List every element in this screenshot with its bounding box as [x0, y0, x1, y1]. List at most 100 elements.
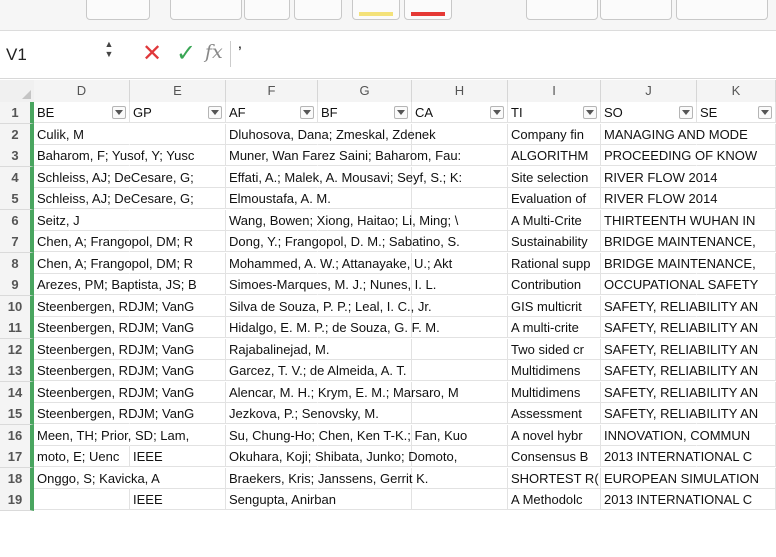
table-cell[interactable]: Steenbergen, RDJM; VanG: [34, 360, 194, 381]
table-cell[interactable]: EUROPEAN SIMULATION: [601, 467, 759, 489]
toolbar-button[interactable]: [170, 0, 242, 20]
chevron-down-icon[interactable]: [208, 106, 222, 119]
table-cell[interactable]: Consensus B: [508, 446, 601, 467]
row-header[interactable]: 15: [0, 403, 34, 425]
table-cell[interactable]: Hidalgo, E. M. P.; de Souza, G. F. M.: [226, 317, 440, 338]
row-header[interactable]: 7: [0, 231, 34, 253]
table-cell[interactable]: Assessment: [508, 403, 601, 424]
row-header[interactable]: 18: [0, 467, 34, 490]
table-cell[interactable]: Alencar, M. H.; Krym, E. M.; Marsaro, M: [226, 381, 459, 403]
column-header-i[interactable]: I: [508, 80, 601, 103]
table-cell[interactable]: INNOVATION, COMMUN: [601, 424, 750, 446]
toolbar-button[interactable]: [294, 0, 342, 20]
table-cell[interactable]: Mohammed, A. W.; Attanayake, U.; Akt: [226, 252, 452, 274]
table-cell[interactable]: BRIDGE MAINTENANCE,: [601, 252, 756, 274]
row-header[interactable]: 5: [0, 188, 34, 210]
chevron-down-icon[interactable]: [490, 106, 504, 119]
chevron-down-icon[interactable]: [112, 106, 126, 119]
toolbar-button[interactable]: [526, 0, 598, 20]
table-cell[interactable]: Contribution: [508, 274, 601, 295]
table-cell[interactable]: [412, 403, 508, 424]
table-cell[interactable]: [34, 489, 130, 510]
table-cell[interactable]: Effati, A.; Malek, A. Mousavi; Seyf, S.;…: [226, 166, 462, 188]
table-cell[interactable]: Steenbergen, RDJM; VanG: [34, 295, 194, 317]
column-header-f[interactable]: F: [226, 80, 318, 103]
row-header[interactable]: 16: [0, 424, 34, 447]
row-header[interactable]: 3: [0, 145, 34, 167]
table-cell[interactable]: [412, 338, 508, 360]
table-cell[interactable]: Multidimens: [508, 381, 601, 403]
column-header-h[interactable]: H: [412, 80, 508, 103]
table-cell[interactable]: Evaluation of: [508, 188, 601, 209]
table-cell[interactable]: SAFETY, RELIABILITY AN: [601, 317, 758, 338]
table-cell[interactable]: [130, 123, 226, 145]
table-cell[interactable]: SAFETY, RELIABILITY AN: [601, 295, 758, 317]
table-cell[interactable]: Wang, Bowen; Xiong, Haitao; Li, Ming; \: [226, 209, 458, 231]
table-cell[interactable]: GIS multicrit: [508, 295, 601, 317]
table-cell[interactable]: [318, 188, 412, 209]
table-cell[interactable]: 2013 INTERNATIONAL C: [601, 489, 752, 510]
toolbar-button[interactable]: [244, 0, 290, 20]
row-header[interactable]: 8: [0, 252, 34, 275]
table-cell[interactable]: A novel hybr: [508, 424, 601, 446]
table-cell[interactable]: Baharom, F; Yusof, Y; Yusc: [34, 145, 194, 166]
chevron-down-icon[interactable]: [300, 106, 314, 119]
table-cell[interactable]: SAFETY, RELIABILITY AN: [601, 360, 758, 381]
table-cell[interactable]: [318, 338, 412, 360]
table-cell[interactable]: Elmoustafa, A. M.: [226, 188, 331, 209]
row-header[interactable]: 13: [0, 360, 34, 382]
row-header[interactable]: 9: [0, 274, 34, 296]
column-header-k[interactable]: K: [697, 80, 776, 103]
table-cell[interactable]: OCCUPATIONAL SAFETY: [601, 274, 758, 295]
table-cell[interactable]: Meen, TH; Prior, SD; Lam,: [34, 424, 189, 446]
row-header[interactable]: 17: [0, 446, 34, 468]
table-cell[interactable]: Site selection: [508, 166, 601, 188]
column-header-d[interactable]: D: [34, 80, 130, 103]
checkmark-icon[interactable]: ✓: [176, 39, 196, 68]
table-cell[interactable]: SHORTEST R(: [508, 467, 601, 489]
row-header[interactable]: 10: [0, 295, 34, 318]
table-cell[interactable]: Chen, A; Frangopol, DM; R: [34, 231, 193, 252]
table-cell[interactable]: A Methodolc: [508, 489, 601, 510]
row-header[interactable]: 11: [0, 317, 34, 339]
table-cell[interactable]: [412, 360, 508, 381]
formula-input[interactable]: ’: [238, 43, 242, 63]
table-cell[interactable]: RIVER FLOW 2014: [601, 188, 717, 209]
chevron-down-icon[interactable]: [583, 106, 597, 119]
table-cell[interactable]: IEEE: [130, 489, 226, 510]
name-box[interactable]: V1: [6, 45, 27, 65]
table-cell[interactable]: Company fin: [508, 123, 601, 145]
table-cell[interactable]: SAFETY, RELIABILITY AN: [601, 338, 758, 360]
chevron-down-icon[interactable]: [758, 106, 772, 119]
table-cell[interactable]: SAFETY, RELIABILITY AN: [601, 381, 758, 403]
table-cell[interactable]: Braekers, Kris; Janssens, Gerrit K.: [226, 467, 428, 489]
table-cell[interactable]: Seitz, J: [34, 209, 130, 231]
toolbar-button[interactable]: [600, 0, 672, 20]
table-cell[interactable]: Rajabalinejad, M.: [226, 338, 329, 360]
table-cell[interactable]: THIRTEENTH WUHAN IN: [601, 209, 755, 231]
toolbar-button[interactable]: [86, 0, 150, 20]
table-cell[interactable]: Schleiss, AJ; DeCesare, G;: [34, 188, 194, 209]
table-cell[interactable]: Steenbergen, RDJM; VanG: [34, 403, 194, 424]
column-header-e[interactable]: E: [130, 80, 226, 103]
close-icon[interactable]: ✕: [142, 39, 162, 68]
stepper-icon[interactable]: ▲ ▼: [102, 39, 116, 59]
table-cell[interactable]: Rational supp: [508, 252, 601, 274]
table-cell[interactable]: SAFETY, RELIABILITY AN: [601, 403, 758, 424]
table-cell[interactable]: Jezkova, P.; Senovsky, M.: [226, 403, 379, 424]
table-cell[interactable]: Silva de Souza, P. P.; Leal, I. C., Jr.: [226, 295, 432, 317]
column-header-j[interactable]: J: [601, 80, 697, 103]
table-cell[interactable]: ALGORITHM: [508, 145, 601, 166]
table-cell[interactable]: Simoes-Marques, M. J.; Nunes, I. L.: [226, 274, 436, 295]
row-header[interactable]: 4: [0, 166, 34, 189]
fx-icon[interactable]: fx: [205, 41, 223, 63]
table-cell[interactable]: moto, E; Uenc: [34, 446, 130, 467]
table-cell[interactable]: Muner, Wan Farez Saini; Baharom, Fau:: [226, 145, 461, 166]
table-cell[interactable]: BRIDGE MAINTENANCE,: [601, 231, 756, 252]
table-cell[interactable]: A Multi-Crite: [508, 209, 601, 231]
table-cell[interactable]: Chen, A; Frangopol, DM; R: [34, 252, 193, 274]
highlight-color-button[interactable]: [352, 0, 400, 20]
row-header[interactable]: 6: [0, 209, 34, 232]
chevron-down-icon[interactable]: [394, 106, 408, 119]
table-cell[interactable]: Multidimens: [508, 360, 601, 381]
